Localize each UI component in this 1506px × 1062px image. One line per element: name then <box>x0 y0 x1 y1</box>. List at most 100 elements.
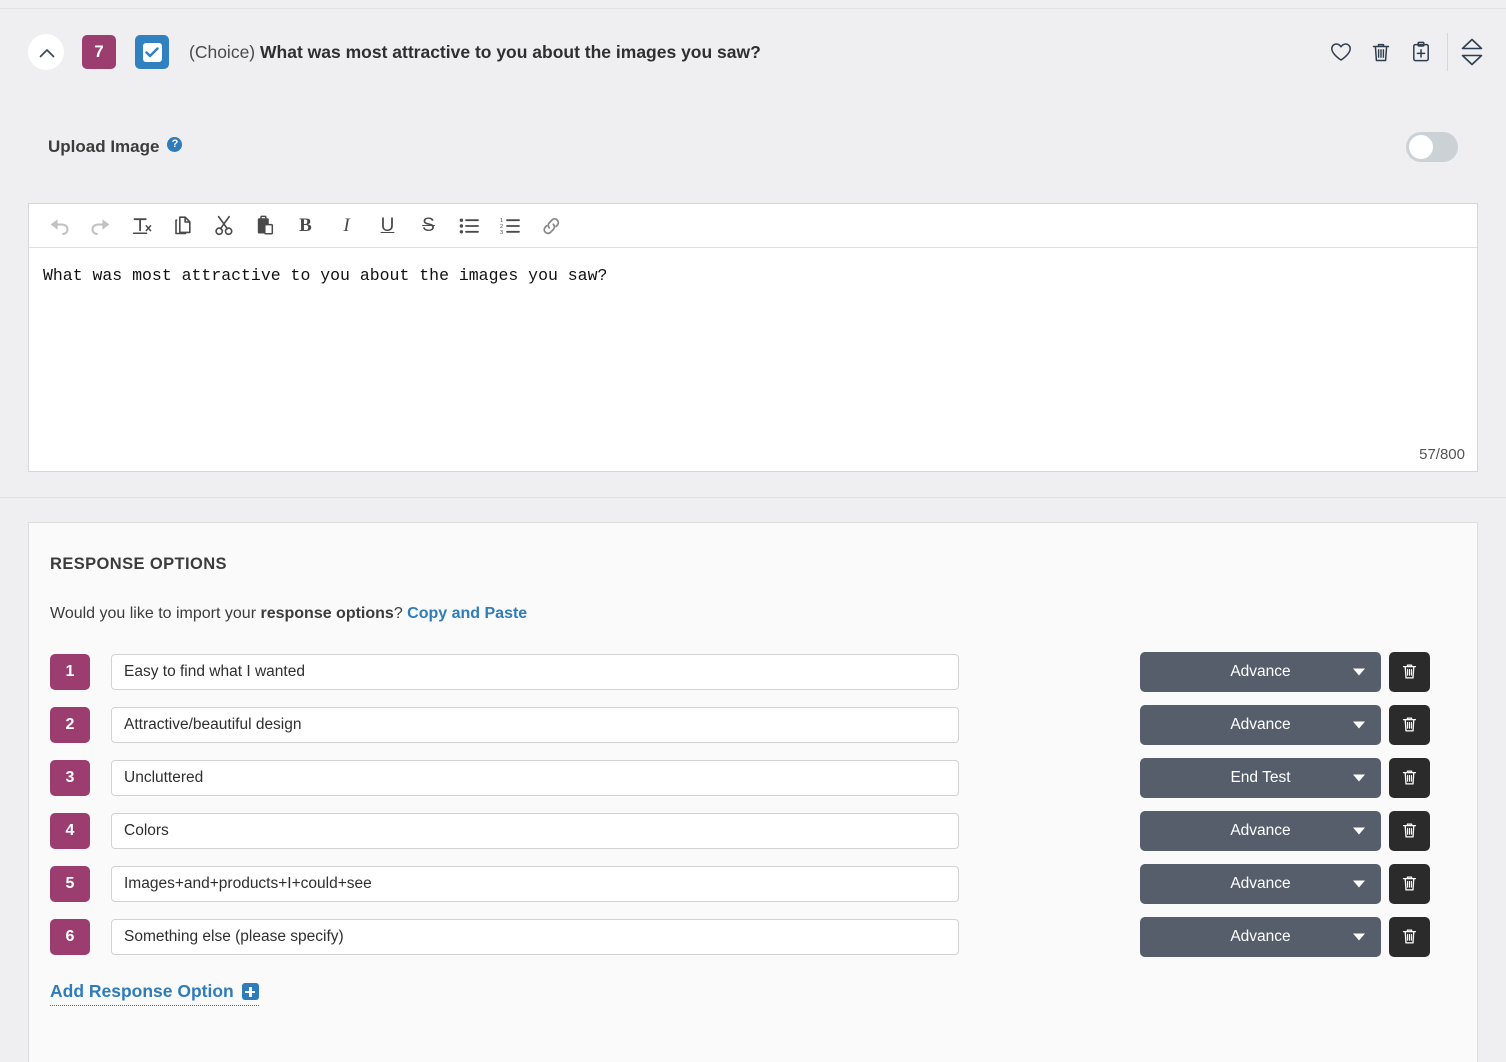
option-action-label: Advance <box>1230 875 1290 893</box>
response-option-row: 5 Advance <box>29 857 1477 910</box>
option-number-badge: 2 <box>50 707 90 743</box>
option-action-label: Advance <box>1230 822 1290 840</box>
underline-glyph: U <box>381 216 395 235</box>
option-text-input[interactable] <box>111 760 959 796</box>
favorite-button[interactable] <box>1321 32 1361 72</box>
option-text-input[interactable] <box>111 654 959 690</box>
redo-icon[interactable] <box>80 208 121 244</box>
upload-image-toggle[interactable] <box>1406 132 1458 162</box>
upload-image-label: Upload Image? <box>48 137 182 157</box>
plus-square-icon <box>242 983 259 1000</box>
option-action-label: Advance <box>1230 716 1290 734</box>
delete-option-button[interactable] <box>1389 917 1430 957</box>
collapse-question-button[interactable] <box>28 34 64 70</box>
question-text-editor: B I U S 1 2 <box>28 203 1478 472</box>
editor-toolbar: B I U S 1 2 <box>29 204 1477 248</box>
caret-down-icon <box>1353 774 1365 781</box>
underline-icon[interactable]: U <box>367 208 408 244</box>
delete-question-button[interactable] <box>1361 32 1401 72</box>
caret-down-icon <box>1353 880 1365 887</box>
add-response-option-button[interactable]: Add Response Option <box>50 981 259 1006</box>
delete-option-button[interactable] <box>1389 652 1430 692</box>
link-icon[interactable] <box>531 208 572 244</box>
delete-option-button[interactable] <box>1389 758 1430 798</box>
response-options-title: RESPONSE OPTIONS <box>50 555 1477 574</box>
response-option-row: 2 Advance <box>29 698 1477 751</box>
import-prompt-suffix: ? <box>394 605 407 622</box>
copy-to-library-button[interactable] <box>1401 32 1441 72</box>
response-option-row: 3 End Test <box>29 751 1477 804</box>
toggle-knob <box>1409 135 1433 159</box>
option-action-label: Advance <box>1230 663 1290 681</box>
upload-image-row: Upload Image? <box>0 118 1506 176</box>
caret-down-icon <box>1353 668 1365 675</box>
italic-icon[interactable]: I <box>326 208 367 244</box>
option-action-dropdown[interactable]: Advance <box>1140 864 1381 904</box>
option-number-badge: 6 <box>50 919 90 955</box>
character-counter: 57/800 <box>1419 446 1465 463</box>
italic-glyph: I <box>343 216 349 235</box>
import-response-options-prompt: Would you like to import your response o… <box>50 605 1477 623</box>
trash-icon <box>1402 716 1417 733</box>
trash-icon <box>1402 663 1417 680</box>
copy-icon[interactable] <box>162 208 203 244</box>
option-action-dropdown[interactable]: Advance <box>1140 705 1381 745</box>
svg-text:3: 3 <box>500 229 503 234</box>
paste-icon[interactable] <box>244 208 285 244</box>
bold-glyph: B <box>299 216 312 235</box>
copy-and-paste-link[interactable]: Copy and Paste <box>407 605 527 622</box>
option-text-input[interactable] <box>111 707 959 743</box>
trash-icon <box>1402 928 1417 945</box>
option-text-input[interactable] <box>111 866 959 902</box>
section-divider <box>0 497 1506 498</box>
caret-down-icon <box>1353 721 1365 728</box>
clipboard-plus-icon <box>1411 41 1431 63</box>
import-prompt-prefix: Would you like to import your <box>50 605 260 622</box>
triangle-down-icon[interactable] <box>1461 54 1483 66</box>
delete-option-button[interactable] <box>1389 864 1430 904</box>
triangle-up-icon[interactable] <box>1461 38 1483 50</box>
question-reorder-stepper[interactable] <box>1458 38 1486 66</box>
remove-format-icon[interactable] <box>121 208 162 244</box>
actions-divider <box>1447 33 1448 71</box>
question-text-input[interactable]: What was most attractive to you about th… <box>29 248 1477 426</box>
option-action-label: Advance <box>1230 928 1290 946</box>
question-actions <box>1321 32 1486 72</box>
response-option-row: 1 Advance <box>29 645 1477 698</box>
add-response-option-label: Add Response Option <box>50 981 234 1002</box>
question-editor-page: 7 (Choice) What was most attractive to y… <box>0 0 1506 1062</box>
delete-option-button[interactable] <box>1389 705 1430 745</box>
option-action-dropdown[interactable]: Advance <box>1140 811 1381 851</box>
delete-option-button[interactable] <box>1389 811 1430 851</box>
upload-image-label-text: Upload Image <box>48 137 159 156</box>
trash-icon <box>1402 875 1417 892</box>
import-prompt-bold: response options <box>260 605 393 622</box>
trash-icon <box>1402 822 1417 839</box>
question-text-content: What was most attractive to you about th… <box>43 266 607 285</box>
option-text-input[interactable] <box>111 813 959 849</box>
numbered-list-icon[interactable]: 1 2 3 <box>490 208 531 244</box>
trash-icon <box>1371 42 1391 63</box>
strikethrough-icon[interactable]: S <box>408 208 449 244</box>
scissors-icon[interactable] <box>203 208 244 244</box>
response-option-row: 6 Advance <box>29 910 1477 963</box>
question-type-label: (Choice) <box>189 42 255 62</box>
option-number-badge: 4 <box>50 813 90 849</box>
option-action-label: End Test <box>1230 769 1290 787</box>
question-mark-icon[interactable]: ? <box>167 137 182 152</box>
response-option-row: 4 Advance <box>29 804 1477 857</box>
heart-icon <box>1330 42 1352 62</box>
response-options-panel: RESPONSE OPTIONS Would you like to impor… <box>28 522 1478 1062</box>
option-action-dropdown[interactable]: Advance <box>1140 917 1381 957</box>
option-action-dropdown[interactable]: End Test <box>1140 758 1381 798</box>
caret-down-icon <box>1353 933 1365 940</box>
bulleted-list-icon[interactable] <box>449 208 490 244</box>
chevron-up-icon <box>39 48 53 57</box>
option-text-input[interactable] <box>111 919 959 955</box>
option-action-dropdown[interactable]: Advance <box>1140 652 1381 692</box>
option-number-badge: 5 <box>50 866 90 902</box>
trash-icon <box>1402 769 1417 786</box>
bold-icon[interactable]: B <box>285 208 326 244</box>
undo-icon[interactable] <box>39 208 80 244</box>
question-header: 7 (Choice) What was most attractive to y… <box>0 9 1506 95</box>
